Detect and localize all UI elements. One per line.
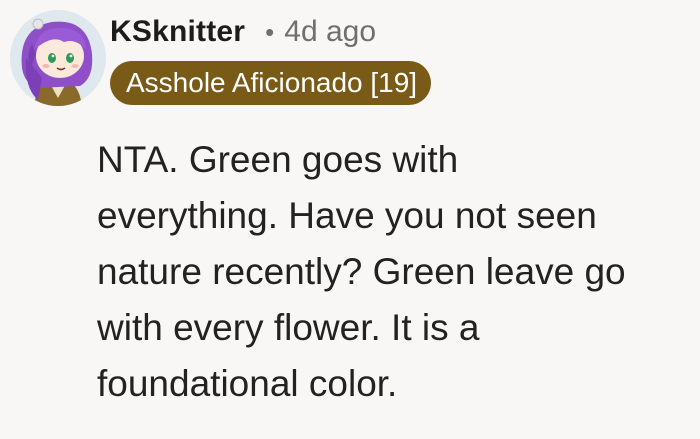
avatar[interactable]: [8, 8, 108, 108]
user-flair-badge: Asshole Aficionado [19]: [110, 61, 432, 105]
comment-body-line: NTA. Green goes with: [97, 139, 459, 180]
meta-separator: •: [265, 16, 275, 47]
comment-body-line: with every flower. It is a: [97, 307, 480, 348]
comment-body-line: foundational color.: [97, 363, 398, 404]
user-avatar-icon: [10, 10, 106, 106]
comment-timestamp[interactable]: 4d ago: [284, 15, 376, 49]
comment: KSknitter • 4d ago Asshole Aficionado [1…: [0, 0, 700, 439]
comment-header: KSknitter • 4d ago: [110, 10, 376, 54]
comment-body: NTA. Green goes with everything. Have yo…: [97, 132, 697, 412]
comment-body-line: everything. Have you not seen: [97, 195, 597, 236]
comment-body-line: nature recently? Green leave go: [97, 251, 626, 292]
username-link[interactable]: KSknitter: [110, 15, 245, 49]
